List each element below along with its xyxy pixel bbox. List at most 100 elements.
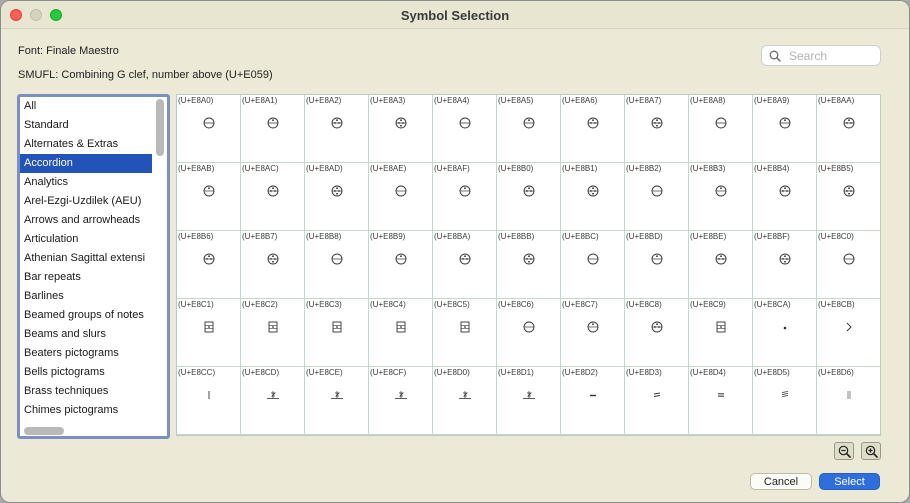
symbol-code: (U+E8BF): [754, 232, 790, 241]
category-item[interactable]: Beaters pictograms: [20, 344, 152, 363]
symbol-cell[interactable]: (U+E8AD): [305, 163, 369, 231]
category-list[interactable]: All Standard Alternates & Extras Accordion A…: [17, 94, 170, 439]
symbol-code: (U+E8A3): [370, 96, 406, 105]
cancel-button[interactable]: Cancel: [750, 473, 812, 490]
symbol-cell[interactable]: (U+E8B1): [561, 163, 625, 231]
symbol-cell[interactable]: (U+E8A7): [625, 95, 689, 163]
category-item[interactable]: Arrows and arrowheads: [20, 211, 152, 230]
symbol-code: (U+E8C3): [306, 300, 342, 309]
category-item[interactable]: Accordion: [20, 154, 152, 173]
symbol-cell[interactable]: (U+E8CF): [369, 367, 433, 435]
symbol-cell[interactable]: (U+E8BE): [689, 231, 753, 299]
symbol-code: (U+E8CC): [178, 368, 216, 377]
multi-bar-icon: [817, 385, 880, 405]
symbol-cell[interactable]: (U+E8D0): [433, 367, 497, 435]
symbol-cell[interactable]: (U+E8A5): [497, 95, 561, 163]
search-box[interactable]: [761, 45, 881, 66]
bellows-icon: [369, 385, 432, 405]
category-item[interactable]: Standard: [20, 116, 152, 135]
symbol-cell[interactable]: (U+E8C6): [497, 299, 561, 367]
symbol-cell[interactable]: (U+E8D5): [753, 367, 817, 435]
symbol-cell[interactable]: (U+E8B6): [177, 231, 241, 299]
symbol-code: (U+E8B9): [370, 232, 406, 241]
symbol-cell[interactable]: (U+E8AF): [433, 163, 497, 231]
symbol-cell[interactable]: (U+E8D2): [561, 367, 625, 435]
symbol-cell[interactable]: (U+E8B3): [689, 163, 753, 231]
symbol-cell[interactable]: (U+E8B2): [625, 163, 689, 231]
category-item[interactable]: Bar repeats: [20, 268, 152, 287]
symbol-cell[interactable]: (U+E8AA): [817, 95, 880, 163]
accordion-register-icon: [817, 249, 880, 269]
symbol-cell[interactable]: (U+E8C9): [689, 299, 753, 367]
symbol-cell[interactable]: (U+E8B9): [369, 231, 433, 299]
category-item[interactable]: Alternates & Extras: [20, 135, 152, 154]
symbol-cell[interactable]: (U+E8BF): [753, 231, 817, 299]
symbol-code: (U+E8AB): [178, 164, 215, 173]
symbol-cell[interactable]: (U+E8C5): [433, 299, 497, 367]
symbol-cell[interactable]: (U+E8D4): [689, 367, 753, 435]
symbol-cell[interactable]: (U+E8CC): [177, 367, 241, 435]
symbol-cell[interactable]: (U+E8A0): [177, 95, 241, 163]
zoom-out-button[interactable]: [834, 442, 854, 460]
symbol-cell[interactable]: (U+E8D1): [497, 367, 561, 435]
symbol-cell[interactable]: (U+E8B4): [753, 163, 817, 231]
symbol-cell[interactable]: (U+E8BD): [625, 231, 689, 299]
symbol-cell[interactable]: (U+E8CA): [753, 299, 817, 367]
symbol-cell[interactable]: (U+E8D6): [817, 367, 880, 435]
select-button[interactable]: Select: [819, 473, 880, 490]
wave-stack-icon: [753, 385, 816, 405]
symbol-cell[interactable]: (U+E8A2): [305, 95, 369, 163]
symbol-cell[interactable]: (U+E8A3): [369, 95, 433, 163]
symbol-cell[interactable]: (U+E8CE): [305, 367, 369, 435]
symbol-cell[interactable]: (U+E8AE): [369, 163, 433, 231]
symbol-cell[interactable]: (U+E8A9): [753, 95, 817, 163]
smufl-label: SMUFL: Combining G clef, number above (U…: [18, 69, 273, 81]
symbol-cell[interactable]: (U+E8C1): [177, 299, 241, 367]
symbol-cell[interactable]: (U+E8C3): [305, 299, 369, 367]
accordion-box-icon: [433, 317, 496, 337]
symbol-cell[interactable]: (U+E8CD): [241, 367, 305, 435]
category-item[interactable]: Chimes pictograms: [20, 401, 152, 420]
category-item[interactable]: Analytics: [20, 173, 152, 192]
category-item[interactable]: Bells pictograms: [20, 363, 152, 382]
category-item[interactable]: Barlines: [20, 287, 152, 306]
symbol-cell[interactable]: (U+E8AB): [177, 163, 241, 231]
symbol-cell[interactable]: (U+E8D3): [625, 367, 689, 435]
symbol-cell[interactable]: (U+E8A4): [433, 95, 497, 163]
category-item[interactable]: Articulation: [20, 230, 152, 249]
symbol-selection-dialog: Symbol Selection Font: Finale Maestro SM…: [0, 0, 910, 503]
category-horizontal-scrollbar[interactable]: [24, 427, 64, 435]
symbol-cell[interactable]: (U+E8B7): [241, 231, 305, 299]
category-item[interactable]: All: [20, 97, 152, 116]
symbol-cell[interactable]: (U+E8B8): [305, 231, 369, 299]
zoom-in-button[interactable]: [861, 442, 881, 460]
category-item[interactable]: Beamed groups of notes: [20, 306, 152, 325]
category-item[interactable]: Brass techniques: [20, 382, 152, 401]
symbol-cell[interactable]: (U+E8C0): [817, 231, 880, 299]
symbol-cell[interactable]: (U+E8A8): [689, 95, 753, 163]
symbol-code: (U+E8C1): [178, 300, 214, 309]
symbol-cell[interactable]: (U+E8C2): [241, 299, 305, 367]
accordion-register-icon: [241, 181, 304, 201]
accordion-register-icon: [369, 249, 432, 269]
accordion-register-icon: [625, 181, 688, 201]
symbol-cell[interactable]: (U+E8C4): [369, 299, 433, 367]
search-input[interactable]: [789, 48, 879, 63]
category-item[interactable]: Arel-Ezgi-Uzdilek (AEU): [20, 192, 152, 211]
category-item[interactable]: Athenian Sagittal extensi: [20, 249, 152, 268]
accordion-register-icon: [753, 113, 816, 133]
symbol-code: (U+E8B5): [818, 164, 854, 173]
symbol-cell[interactable]: (U+E8CB): [817, 299, 880, 367]
symbol-cell[interactable]: (U+E8AC): [241, 163, 305, 231]
symbol-cell[interactable]: (U+E8C7): [561, 299, 625, 367]
symbol-cell[interactable]: (U+E8C8): [625, 299, 689, 367]
symbol-cell[interactable]: (U+E8A1): [241, 95, 305, 163]
category-item[interactable]: Beams and slurs: [20, 325, 152, 344]
symbol-cell[interactable]: (U+E8B0): [497, 163, 561, 231]
category-vertical-scrollbar[interactable]: [156, 99, 164, 156]
symbol-cell[interactable]: (U+E8A6): [561, 95, 625, 163]
symbol-cell[interactable]: (U+E8BC): [561, 231, 625, 299]
symbol-cell[interactable]: (U+E8B5): [817, 163, 880, 231]
symbol-cell[interactable]: (U+E8BA): [433, 231, 497, 299]
symbol-cell[interactable]: (U+E8BB): [497, 231, 561, 299]
